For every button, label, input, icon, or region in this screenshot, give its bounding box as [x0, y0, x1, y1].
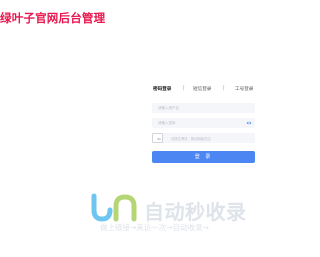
tab-divider: | — [223, 85, 225, 91]
username-field-wrapper — [152, 103, 255, 113]
tab-sms-login[interactable]: 短信登录 — [193, 86, 211, 92]
tab-divider: | — [183, 85, 185, 91]
tab-employee-login[interactable]: 工号登录 — [235, 86, 253, 92]
slider-track: 请按住滑块，拖动到最右边 — [163, 133, 255, 143]
watermark-subtitle: 做上链接→来访一次→自动收录→ — [100, 223, 209, 232]
slider-hint: 请按住滑块，拖动到最右边 — [171, 136, 211, 141]
login-panel: 密码登录 | 短信登录 | 工号登录 请按住滑块，拖动到最右边 登 录 — [145, 78, 258, 173]
login-tabs: 密码登录 | 短信登录 | 工号登录 — [145, 85, 258, 96]
watermark: 自动秒收录 做上链接→来访一次→自动收录→ — [88, 192, 258, 240]
username-input[interactable] — [152, 103, 255, 113]
slider-handle[interactable] — [152, 133, 163, 143]
arrows-icon — [156, 137, 161, 140]
password-field-wrapper — [152, 118, 255, 128]
watermark-logo-icon — [91, 193, 137, 222]
login-button[interactable]: 登 录 — [152, 151, 255, 163]
tab-password-login[interactable]: 密码登录 — [153, 86, 171, 92]
eye-icon[interactable] — [246, 120, 252, 126]
password-input[interactable] — [152, 118, 255, 128]
brand-title: 绿叶子官网后台管理 — [0, 11, 106, 25]
slider-captcha: 请按住滑块，拖动到最右边 — [152, 133, 255, 144]
watermark-title: 自动秒收录 — [144, 200, 247, 224]
